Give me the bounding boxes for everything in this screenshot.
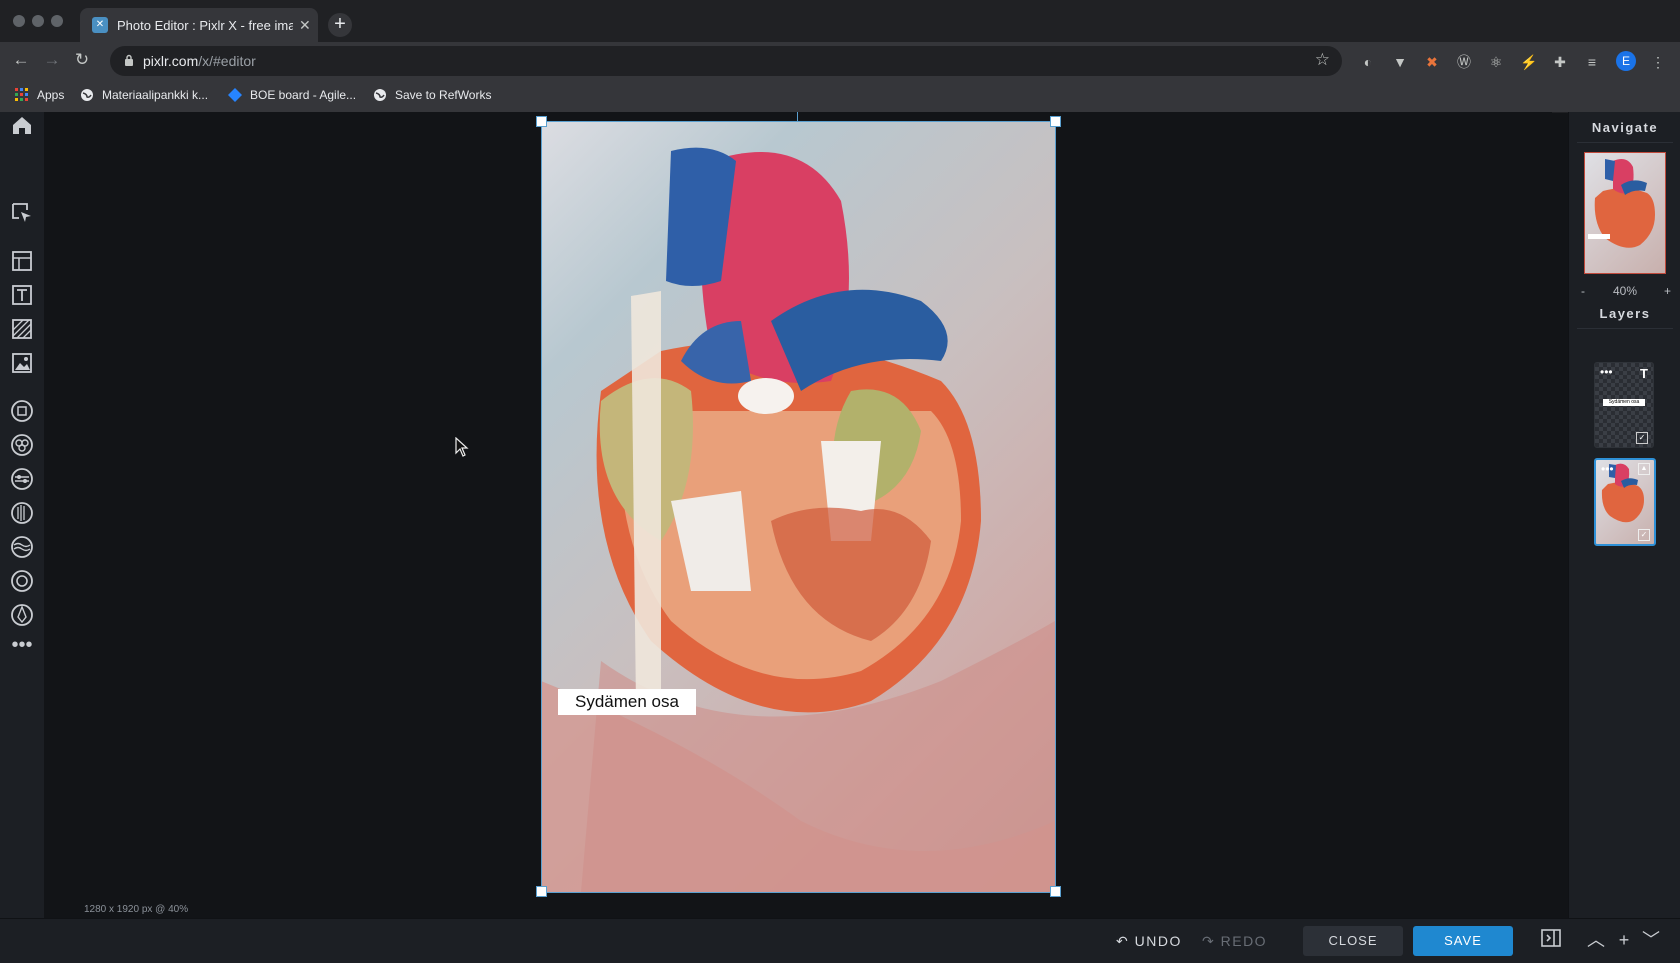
filter-tool-icon[interactable] (9, 466, 35, 492)
pattern-fill-tool-icon[interactable] (9, 316, 35, 342)
layer-thumb-text: Sydämen osa (1603, 399, 1645, 406)
redo-label: REDO (1220, 933, 1268, 949)
navigator-thumbnail[interactable] (1584, 152, 1666, 274)
effect-tool-icon[interactable] (9, 500, 35, 526)
mouse-cursor-icon (455, 437, 469, 457)
canvas-size-status: 1280 x 1920 px @ 40% (84, 904, 189, 915)
back-arrow-icon[interactable]: ← (10, 50, 32, 70)
bookmarks-bar: Apps Materiaalipankki k... BOE board - A… (0, 80, 1680, 113)
address-bar[interactable]: pixlr.com/x/#editor ☆ (110, 46, 1342, 76)
zoom-in-button[interactable]: + (1664, 284, 1671, 298)
layer-image-thumbnail[interactable]: ••• ▲ ✓ (1594, 458, 1656, 546)
chevron-up-icon[interactable]: ︿ (1585, 929, 1607, 951)
redo-icon: ↷ (1202, 933, 1221, 949)
layer-visibility-checkbox-icon[interactable]: ✓ (1636, 432, 1648, 444)
globe-icon (374, 89, 386, 101)
adjust-tool-icon[interactable] (9, 432, 35, 458)
extension-circle-icon[interactable]: ◐ (1360, 54, 1376, 70)
extension-v-icon[interactable]: ▼ (1392, 54, 1408, 70)
resize-handle-top-left[interactable] (536, 116, 547, 127)
undo-button[interactable]: ↶ UNDO (1116, 933, 1182, 950)
bottom-action-bar: ↶ UNDO ↷ REDO CLOSE SAVE ︿ + ﹀ (0, 918, 1680, 963)
save-button[interactable]: SAVE (1413, 926, 1513, 956)
image-layer-type-icon: ▲ (1638, 463, 1650, 475)
undo-icon: ↶ (1116, 933, 1135, 949)
home-icon[interactable] (9, 112, 35, 138)
bookmark-label: Materiaalipankki k... (102, 88, 209, 102)
new-tab-button[interactable]: + (328, 13, 352, 37)
text-tool-icon[interactable] (9, 282, 35, 308)
lock-icon (125, 54, 133, 66)
reload-icon[interactable]: ↻ (71, 50, 93, 70)
text-layer-label[interactable]: Sydämen osa (558, 689, 696, 715)
layers-title: Layers (1599, 306, 1651, 321)
text-layer-type-icon: T (1640, 366, 1648, 381)
bookmark-star-icon[interactable]: ☆ (1315, 50, 1330, 70)
rotation-handle-line[interactable] (797, 112, 798, 121)
layer-visibility-checkbox-icon[interactable]: ✓ (1638, 529, 1650, 541)
window-minimize-dot[interactable] (32, 15, 44, 27)
crop-layout-tool-icon[interactable] (9, 248, 35, 274)
heart-model-image (541, 147, 1055, 892)
forward-arrow-icon[interactable]: → (41, 50, 63, 70)
focus-tool-icon[interactable] (9, 568, 35, 594)
transform-tool-icon[interactable] (9, 398, 35, 424)
browser-toolbar: ← → ↻ pixlr.com/x/#editor ☆ ◐ ▼ ✖ Ⓦ ⚛ ⚡ … (0, 42, 1680, 80)
window-maximize-dot[interactable] (51, 15, 63, 27)
navigator-preview-image (1588, 159, 1655, 248)
jira-diamond-icon (228, 88, 242, 102)
browser-menu-icon[interactable]: ⋮ (1650, 54, 1666, 70)
puzzle-extensions-icon[interactable]: ✚ (1552, 54, 1568, 70)
resize-handle-bottom-right[interactable] (1050, 886, 1061, 897)
resize-handle-top-right[interactable] (1050, 116, 1061, 127)
bookmark-apps[interactable]: Apps (15, 88, 64, 102)
right-panel: Navigate - 40% + Layers ••• T Sydämen os… (1568, 112, 1680, 918)
bookmark-refworks[interactable]: Save to RefWorks (373, 88, 491, 102)
browser-tab[interactable]: ✕ Photo Editor : Pixlr X - free ima ✕ (80, 8, 318, 42)
url-path: /x/#editor (198, 53, 256, 69)
bookmark-label: BOE board - Agile... (250, 88, 357, 102)
chevron-down-icon[interactable]: ﹀ (1640, 929, 1662, 951)
plus-icon[interactable]: + (1613, 929, 1635, 951)
tools-sidebar: ••• (0, 112, 45, 962)
tab-close-icon[interactable]: ✕ (299, 17, 311, 34)
undo-label: UNDO (1134, 933, 1182, 949)
url-domain: pixlr.com (143, 53, 199, 69)
toggle-panel-icon[interactable] (1540, 929, 1562, 951)
divider (1577, 142, 1673, 143)
resize-handle-bottom-left[interactable] (536, 886, 547, 897)
bookmark-materiaalipankki[interactable]: Materiaalipankki k... (80, 88, 208, 102)
extension-x-icon[interactable]: ✖ (1424, 54, 1440, 70)
layer-text-thumbnail[interactable]: ••• T Sydämen osa ✓ (1594, 362, 1654, 448)
navigate-title: Navigate (1591, 120, 1659, 135)
window-close-dot[interactable] (13, 15, 25, 27)
pixlr-favicon-icon: ✕ (92, 17, 108, 33)
more-tools-icon[interactable]: ••• (9, 635, 35, 662)
bookmark-label: Save to RefWorks (395, 88, 492, 102)
url-text: pixlr.com/x/#editor (143, 53, 256, 69)
liquify-tool-icon[interactable] (9, 534, 35, 560)
extension-react-icon[interactable]: ⚛ (1488, 54, 1504, 70)
draw-pen-tool-icon[interactable] (9, 602, 35, 628)
profile-avatar[interactable]: E (1616, 51, 1636, 71)
layer-options-icon[interactable]: ••• (1600, 365, 1613, 379)
close-button[interactable]: CLOSE (1303, 926, 1403, 956)
arrange-tool-icon[interactable] (9, 200, 35, 226)
extension-bolt-icon[interactable]: ⚡ (1520, 54, 1537, 70)
tab-title: Photo Editor : Pixlr X - free ima (117, 17, 293, 33)
divider (1577, 328, 1673, 329)
image-tool-icon[interactable] (9, 350, 35, 376)
zoom-controls: - 40% + (1569, 284, 1680, 302)
bookmark-label: Apps (37, 88, 65, 102)
browser-tab-bar: ✕ Photo Editor : Pixlr X - free ima ✕ + (0, 0, 1680, 42)
layer-options-icon[interactable]: ••• (1601, 462, 1614, 476)
photo-canvas[interactable]: Sydämen osa (541, 121, 1055, 892)
reading-list-icon[interactable]: ≡ (1584, 54, 1600, 70)
redo-button[interactable]: ↷ REDO (1202, 933, 1267, 950)
extension-w-icon[interactable]: Ⓦ (1456, 54, 1472, 70)
bookmark-boe-board[interactable]: BOE board - Agile... (228, 88, 356, 102)
apps-grid-icon (15, 88, 28, 101)
globe-icon (81, 89, 93, 101)
